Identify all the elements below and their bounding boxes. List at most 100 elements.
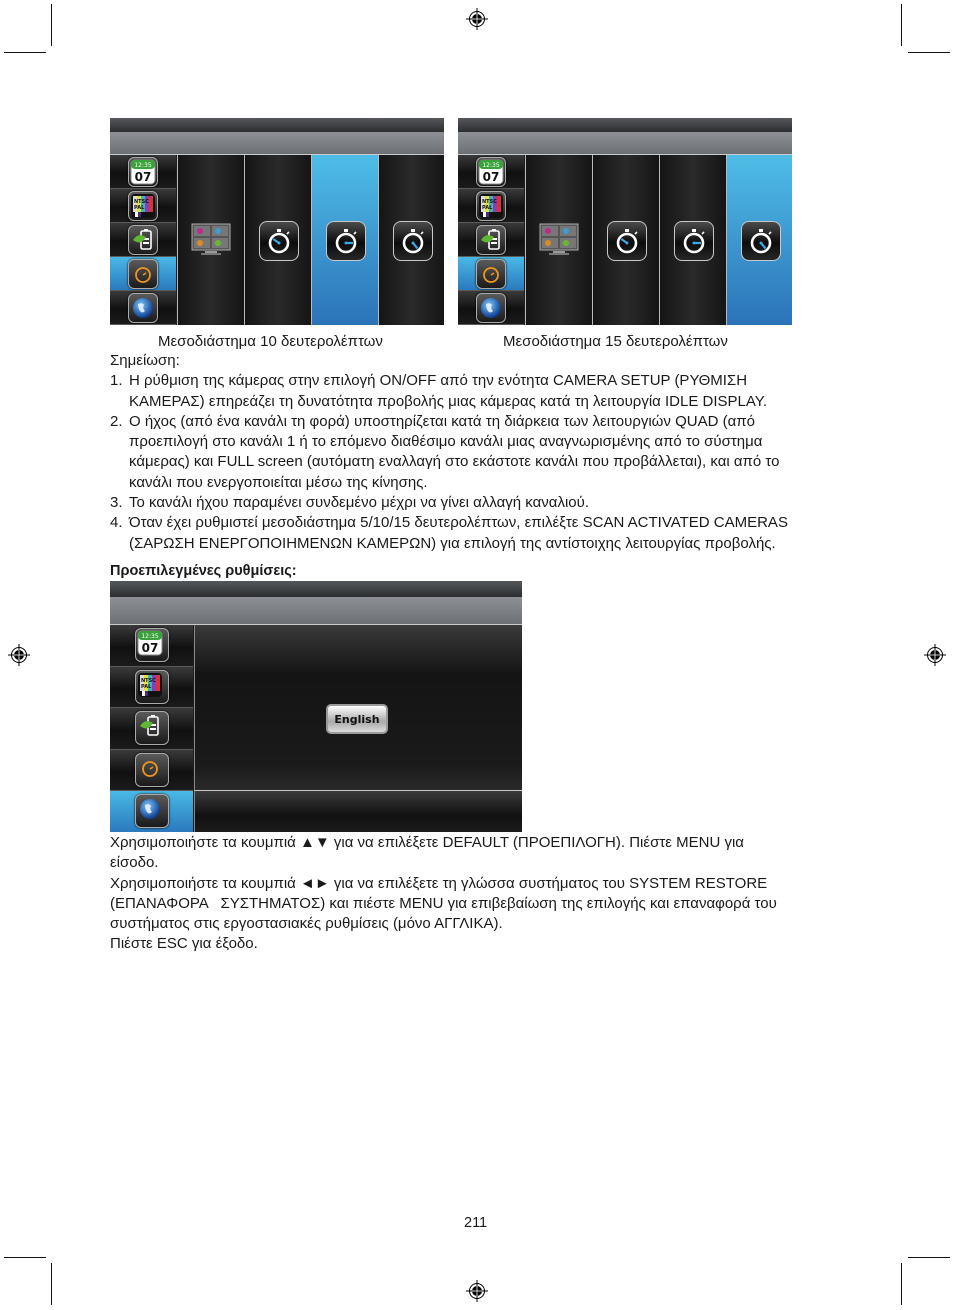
note-title: Σημείωση:	[110, 352, 180, 369]
note-line: Η ρύθμιση της κάμερας στην επιλογή ON/OF…	[129, 372, 748, 390]
timer-icon	[476, 258, 506, 289]
caption-screen-1: Μεσοδιάστημα 10 δευτερολέπτων	[158, 333, 383, 350]
registration-mark-icon	[466, 1280, 488, 1302]
caption-screen-2: Μεσοδιάστημα 15 δευτερολέπτων	[503, 333, 728, 350]
note-item: 1. Η ρύθμιση της κάμερας στην επιλογή ON/…	[110, 371, 850, 412]
eco-battery-icon	[128, 224, 158, 255]
stopwatch-icon	[259, 221, 299, 261]
defaults-heading: Προεπιλεγμένες ρυθμίσεις:	[110, 563, 297, 579]
screen-system-restore: 12:35 07 NTSC PAL English	[110, 581, 522, 832]
quad-monitor-icon	[537, 222, 581, 258]
svg-text:PAL: PAL	[482, 205, 493, 211]
globe-icon	[134, 794, 169, 829]
note-line: Όταν έχει ρυθμιστεί μεσοδιάστημα 5/10/15…	[129, 514, 788, 532]
globe-icon	[128, 292, 158, 323]
svg-text:PAL: PAL	[134, 205, 145, 211]
language-english-button[interactable]: English	[326, 704, 388, 734]
title-bar	[110, 581, 522, 597]
sidebar-item-timer[interactable]	[110, 749, 193, 791]
note-item-number: 3.	[110, 494, 123, 512]
note-item: 4. Όταν έχει ρυθμιστεί μεσοδιάστημα 5/10/…	[110, 513, 850, 554]
sidebar-item-globe[interactable]	[110, 791, 193, 832]
stopwatch-icon	[741, 221, 781, 261]
svg-text:12:35: 12:35	[141, 633, 158, 640]
sidebar: 12:35 07 NTSC PAL	[110, 625, 193, 832]
crop-mark	[901, 1263, 902, 1305]
header-bar	[458, 132, 792, 155]
calendar-clock-icon: 12:35 07	[134, 628, 169, 663]
stopwatch-icon	[674, 221, 714, 261]
instruction-line: Χρησιμοποιήστε τα κουμπιά ▲▼ για να επιλ…	[110, 834, 744, 851]
note-line: κάμερας) και FULL screen (αυτόματη εναλλ…	[129, 453, 780, 471]
instruction-line: (ΕΠΑΝΑΦΟΡΑ ΣΥΣΤΗΜΑΤΟΣ) και πιέστε MENU γ…	[110, 894, 777, 912]
note-line: κανάλι που ενεργοποιείται μέσω της κίνησ…	[129, 473, 428, 491]
stopwatch-icon	[607, 221, 647, 261]
sidebar-item-calendar-clock[interactable]: 12:35 07	[110, 155, 176, 189]
registration-mark-icon	[466, 8, 488, 30]
crop-mark	[901, 4, 902, 46]
option-interval-15s[interactable]	[378, 155, 444, 325]
option-quad-display[interactable]	[177, 155, 244, 325]
note-item: 3. Το κανάλι ήχου παραμένει συνδεμένο μέχ…	[110, 493, 850, 513]
note-item: 2. Ο ήχος (από ένα κανάλι τη φορά) υποστη…	[110, 412, 850, 493]
timer-icon	[134, 752, 169, 787]
sidebar-item-ntsc-pal[interactable]: NTSC PAL	[110, 189, 176, 223]
crop-mark	[908, 1257, 950, 1258]
crop-mark	[51, 4, 52, 46]
note-block: Σημείωση: 1. Η ρύθμιση της κάμερας στην ε…	[110, 351, 850, 554]
option-interval-5s[interactable]	[244, 155, 311, 325]
ntsc-pal-icon: NTSC PAL	[476, 190, 506, 221]
calendar-clock-icon: 12:35 07	[128, 156, 158, 187]
sidebar-item-ntsc-pal[interactable]: NTSC PAL	[110, 666, 193, 708]
svg-text:07: 07	[135, 170, 152, 184]
svg-text:12:35: 12:35	[482, 162, 499, 169]
restore-footer-panel	[194, 791, 522, 832]
note-item-number: 1.	[110, 372, 123, 390]
quad-monitor-icon	[189, 222, 233, 258]
svg-text:07: 07	[141, 641, 158, 655]
sidebar-item-eco-battery[interactable]	[458, 223, 524, 257]
note-item-text: Όταν έχει ρυθμιστεί μεσοδιάστημα 5/10/15…	[129, 513, 788, 554]
note-item-text: Η ρύθμιση της κάμερας στην επιλογή ON/OF…	[129, 371, 767, 412]
ntsc-pal-icon: NTSC PAL	[128, 190, 158, 221]
note-line: ΚΑΜΕΡΑΣ) επηρεάζει τη δυνατότητα προβολή…	[129, 392, 768, 410]
option-interval-5s[interactable]	[592, 155, 659, 325]
sidebar-item-timer[interactable]	[110, 257, 176, 291]
crop-mark	[908, 52, 950, 53]
stopwatch-icon	[393, 221, 433, 261]
option-interval-10s[interactable]	[659, 155, 726, 325]
sidebar-item-globe[interactable]	[458, 291, 524, 325]
note-item-text: Το κανάλι ήχου παραμένει συνδεμένο μέχρι…	[129, 493, 589, 513]
option-quad-display[interactable]	[525, 155, 592, 325]
eco-battery-icon	[134, 711, 169, 746]
option-interval-15s[interactable]	[726, 155, 792, 325]
crop-mark	[51, 1263, 52, 1305]
header-bar	[110, 132, 444, 155]
sidebar-item-eco-battery[interactable]	[110, 223, 176, 257]
instruction-line: είσοδο.	[110, 854, 159, 872]
sidebar: 12:35 07 NTSC PAL	[110, 155, 176, 325]
title-bar	[110, 118, 444, 132]
sidebar-item-ntsc-pal[interactable]: NTSC PAL	[458, 189, 524, 223]
sidebar-item-globe[interactable]	[110, 291, 176, 325]
svg-text:07: 07	[483, 170, 500, 184]
sidebar-item-calendar-clock[interactable]: 12:35 07	[458, 155, 524, 189]
ntsc-pal-icon: NTSC PAL	[134, 669, 169, 704]
instruction-line: Πιέστε ESC για έξοδο.	[110, 935, 258, 953]
eco-battery-icon	[476, 224, 506, 255]
svg-text:PAL: PAL	[141, 684, 152, 690]
timer-icon	[128, 258, 158, 289]
note-item-number: 4.	[110, 514, 123, 532]
screen-interval-10s: 12:35 07 NTSC PAL	[110, 118, 444, 325]
globe-icon	[476, 292, 506, 323]
instruction-line: Χρησιμοποιήστε τα κουμπιά ◄► για να επιλ…	[110, 874, 768, 892]
title-bar	[458, 118, 792, 132]
option-interval-10s[interactable]	[311, 155, 378, 325]
crop-mark	[4, 1257, 46, 1258]
note-line: Το κανάλι ήχου παραμένει συνδεμένο μέχρι…	[129, 494, 590, 512]
note-list: 1. Η ρύθμιση της κάμερας στην επιλογή ON/…	[110, 371, 850, 554]
instruction-line: συστήματος στις εργοστασιακές ρυθμίσεις …	[110, 915, 503, 933]
sidebar-item-calendar-clock[interactable]: 12:35 07	[110, 625, 193, 667]
sidebar-item-eco-battery[interactable]	[110, 708, 193, 750]
sidebar-item-timer[interactable]	[458, 257, 524, 291]
